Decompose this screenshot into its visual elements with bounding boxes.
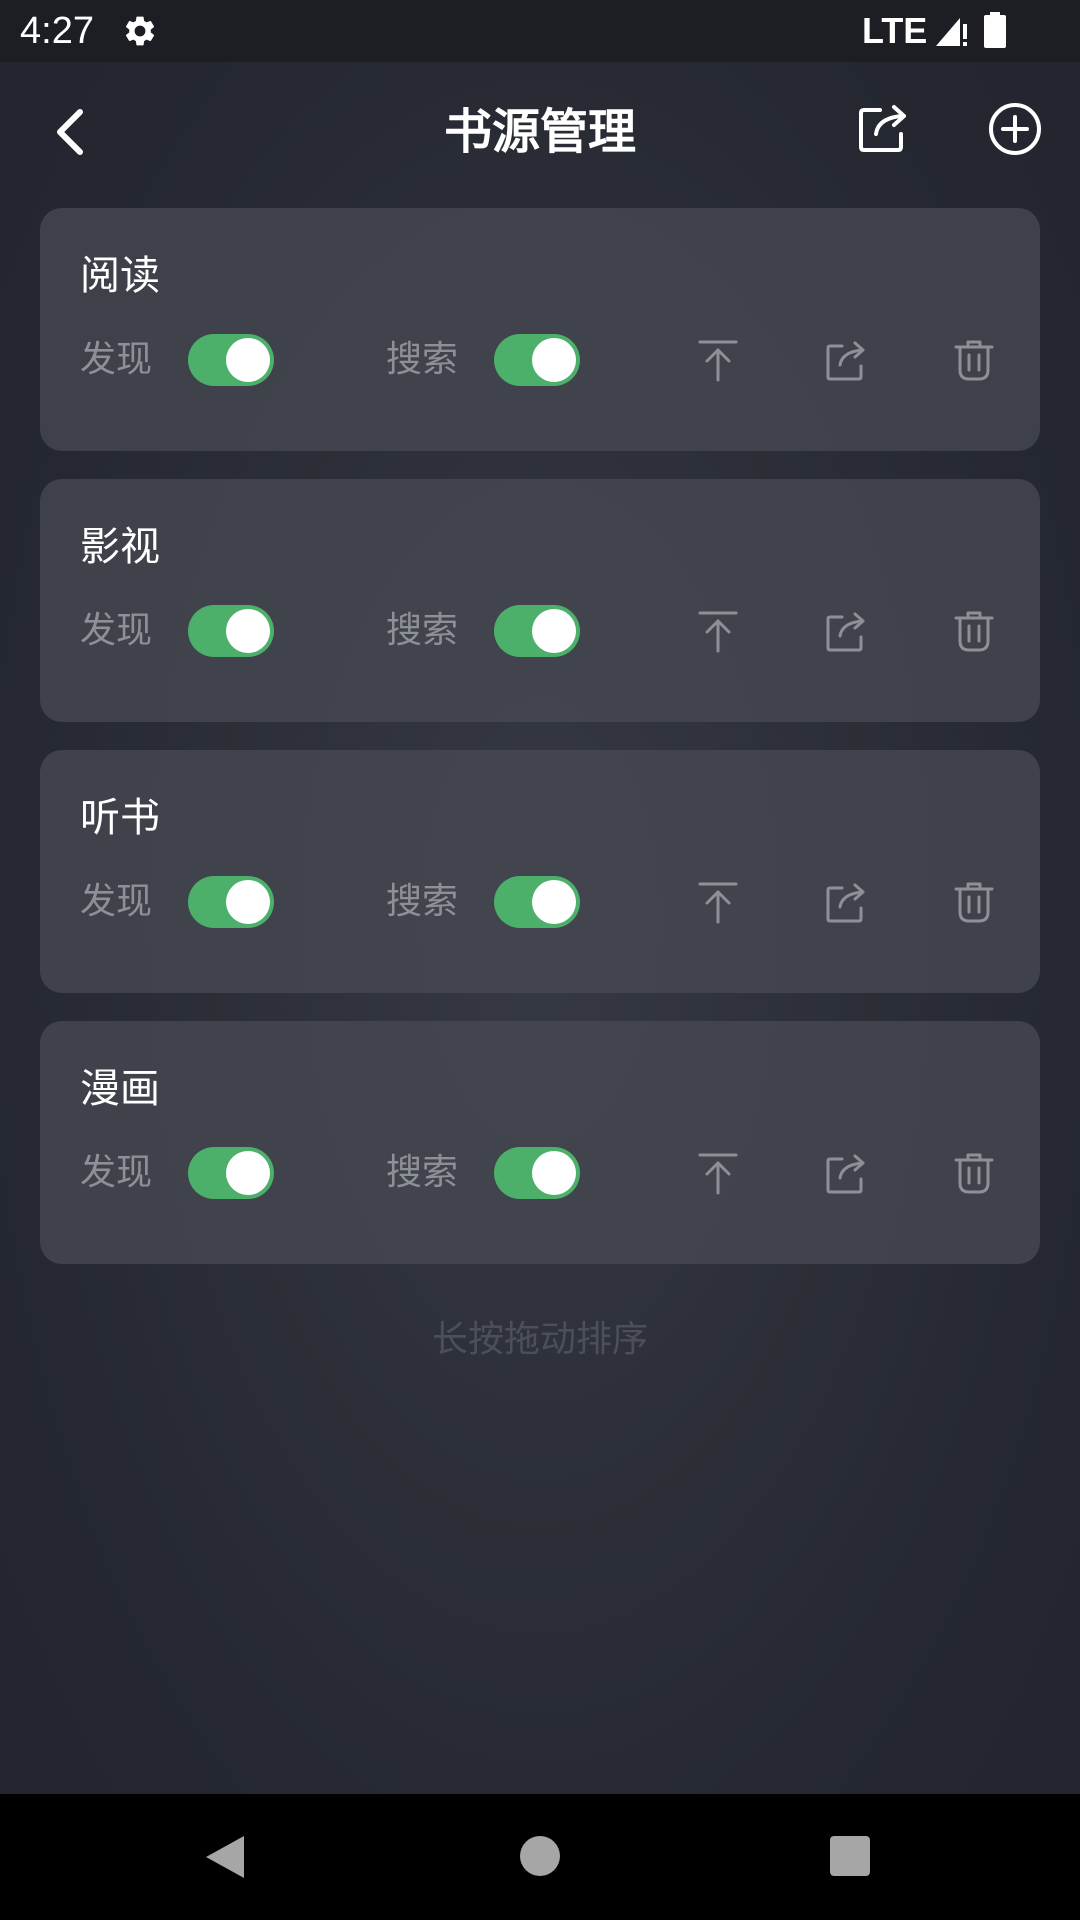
- search-label: 搜索: [386, 610, 459, 651]
- move-to-top-icon[interactable]: [697, 338, 739, 382]
- export-icon[interactable]: [825, 338, 867, 382]
- export-icon[interactable]: [825, 1151, 867, 1195]
- toggle-knob: [532, 880, 576, 924]
- search-label: 搜索: [386, 339, 459, 380]
- status-time: 4:27: [20, 10, 94, 52]
- move-to-top-icon[interactable]: [697, 880, 739, 924]
- source-card-list: 阅读 发现 搜索 影视 发现 搜索 听书 发现 搜索 漫画 发现 搜索: [40, 208, 1040, 1292]
- toggle-knob: [532, 338, 576, 382]
- app-bar: 书源管理: [0, 62, 1080, 202]
- discover-toggle[interactable]: [188, 334, 274, 386]
- card-title: 阅读: [80, 253, 160, 299]
- discover-label: 发现: [80, 610, 153, 651]
- status-bar: 4:27 LTE: [0, 0, 1080, 62]
- network-type: LTE: [862, 10, 928, 51]
- discover-label: 发现: [80, 1152, 153, 1193]
- export-icon[interactable]: [825, 880, 867, 924]
- signal-icon: [936, 18, 967, 46]
- trash-icon[interactable]: [953, 609, 995, 653]
- discover-toggle[interactable]: [188, 605, 274, 657]
- add-circle-icon[interactable]: [988, 102, 1042, 156]
- toggle-knob: [226, 609, 270, 653]
- toggle-knob: [532, 609, 576, 653]
- search-toggle[interactable]: [494, 876, 580, 928]
- source-card[interactable]: 听书 发现 搜索: [40, 750, 1040, 993]
- screen: 4:27 LTE 书源管理 阅读 发现 搜索 影视 发现 搜索 听书 发现 搜索…: [0, 0, 1080, 1920]
- page-title: 书源管理: [443, 104, 636, 160]
- nav-back-icon[interactable]: [204, 1834, 246, 1880]
- discover-toggle[interactable]: [188, 876, 274, 928]
- search-toggle[interactable]: [494, 605, 580, 657]
- card-title: 漫画: [80, 1066, 160, 1112]
- share-export-icon[interactable]: [858, 102, 910, 154]
- card-title: 听书: [80, 795, 160, 841]
- nav-recents-icon[interactable]: [830, 1836, 870, 1876]
- move-to-top-icon[interactable]: [697, 609, 739, 653]
- card-title: 影视: [80, 524, 160, 570]
- discover-toggle[interactable]: [188, 1147, 274, 1199]
- trash-icon[interactable]: [953, 1151, 995, 1195]
- source-card[interactable]: 阅读 发现 搜索: [40, 208, 1040, 451]
- drag-sort-hint: 长按拖动排序: [431, 1319, 648, 1360]
- search-toggle[interactable]: [494, 1147, 580, 1199]
- discover-label: 发现: [80, 881, 153, 922]
- toggle-knob: [226, 880, 270, 924]
- move-to-top-icon[interactable]: [697, 1151, 739, 1195]
- source-card[interactable]: 漫画 发现 搜索: [40, 1021, 1040, 1264]
- toggle-knob: [532, 1151, 576, 1195]
- export-icon[interactable]: [825, 609, 867, 653]
- toggle-knob: [226, 1151, 270, 1195]
- discover-label: 发现: [80, 339, 153, 380]
- gear-icon: [125, 16, 155, 46]
- battery-icon: [984, 12, 1006, 48]
- source-card[interactable]: 影视 发现 搜索: [40, 479, 1040, 722]
- nav-home-icon[interactable]: [520, 1836, 560, 1876]
- trash-icon[interactable]: [953, 338, 995, 382]
- search-toggle[interactable]: [494, 334, 580, 386]
- search-label: 搜索: [386, 1152, 459, 1193]
- trash-icon[interactable]: [953, 880, 995, 924]
- toggle-knob: [226, 338, 270, 382]
- search-label: 搜索: [386, 881, 459, 922]
- system-nav-bar: [0, 1794, 1080, 1920]
